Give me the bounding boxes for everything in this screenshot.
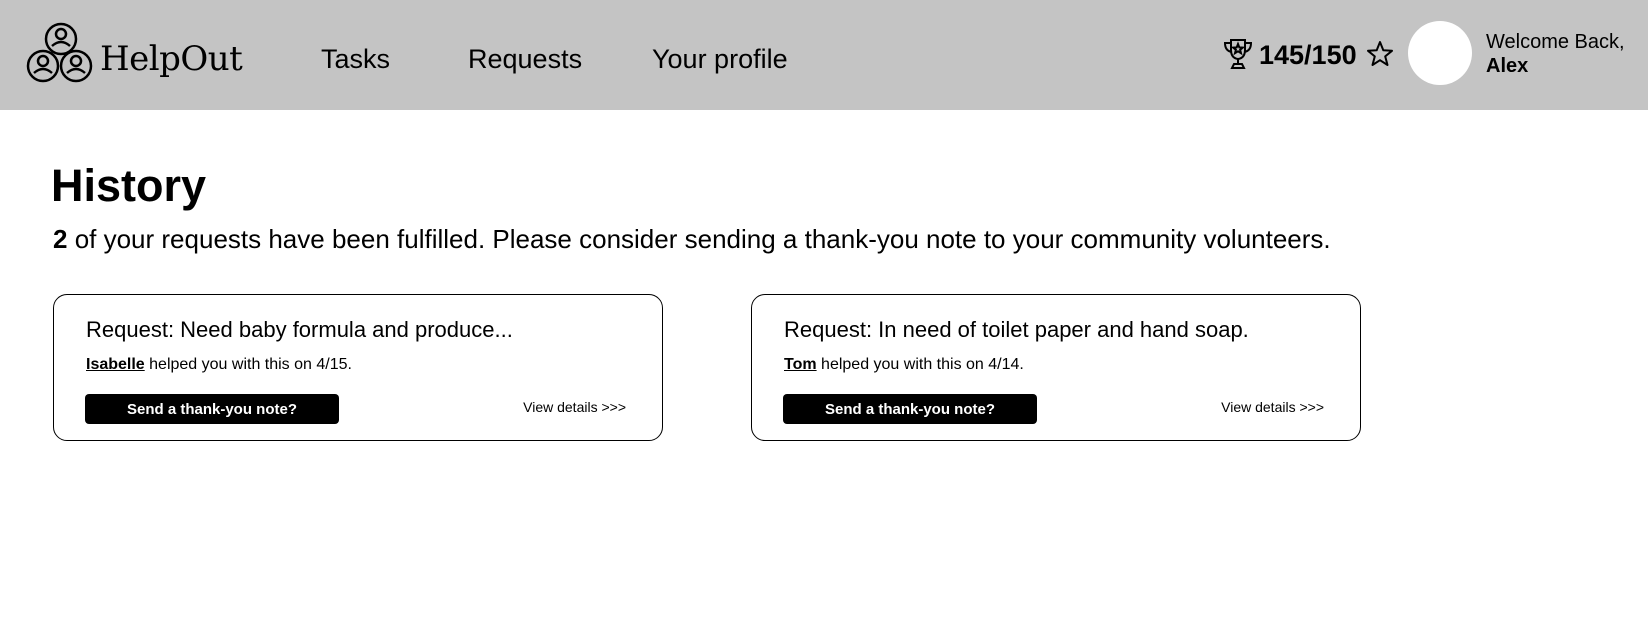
welcome-greeting: Welcome Back, xyxy=(1486,31,1625,53)
nav-your-profile[interactable]: Your profile xyxy=(652,44,788,75)
trophy-icon xyxy=(1223,39,1253,69)
request-card: Request: In need of toilet paper and han… xyxy=(751,294,1361,441)
helped-text: helped you with this on 4/14. xyxy=(816,356,1024,373)
points-score: 145/150 xyxy=(1259,40,1357,70)
helped-text: helped you with this on 4/15. xyxy=(144,356,352,373)
page-title: History xyxy=(51,160,207,211)
top-navbar: HelpOut Tasks Requests Your profile 145/… xyxy=(0,0,1648,110)
people-group-icon xyxy=(26,22,93,83)
request-title: Request: In need of toilet paper and han… xyxy=(784,317,1249,342)
helpout-logo[interactable]: HelpOut xyxy=(26,22,246,88)
request-card: Request: Need baby formula and produce..… xyxy=(53,294,663,441)
star-icon xyxy=(1367,41,1393,66)
helper-name-link[interactable]: Tom xyxy=(784,356,817,373)
helper-info: Tom helped you with this on 4/14. xyxy=(784,356,1024,374)
send-thank-you-button[interactable]: Send a thank-you note? xyxy=(783,394,1037,424)
history-summary: 2 of your requests have been fulfilled. … xyxy=(53,224,1331,255)
view-details-link[interactable]: View details >>> xyxy=(1221,399,1324,415)
fulfilled-count: 2 xyxy=(53,224,68,254)
view-details-link[interactable]: View details >>> xyxy=(523,399,626,415)
helper-info: Isabelle helped you with this on 4/15. xyxy=(86,356,352,374)
brand-name: HelpOut xyxy=(100,39,243,79)
summary-text: of your requests have been fulfilled. Pl… xyxy=(67,224,1331,254)
send-thank-you-button[interactable]: Send a thank-you note? xyxy=(85,394,339,424)
user-name: Alex xyxy=(1486,55,1529,77)
helper-name-link[interactable]: Isabelle xyxy=(86,356,145,373)
welcome-message: Welcome Back, Alex xyxy=(1486,30,1625,78)
nav-tasks[interactable]: Tasks xyxy=(321,44,390,75)
nav-requests[interactable]: Requests xyxy=(468,44,582,75)
request-title: Request: Need baby formula and produce..… xyxy=(86,317,513,342)
avatar[interactable] xyxy=(1408,21,1472,85)
